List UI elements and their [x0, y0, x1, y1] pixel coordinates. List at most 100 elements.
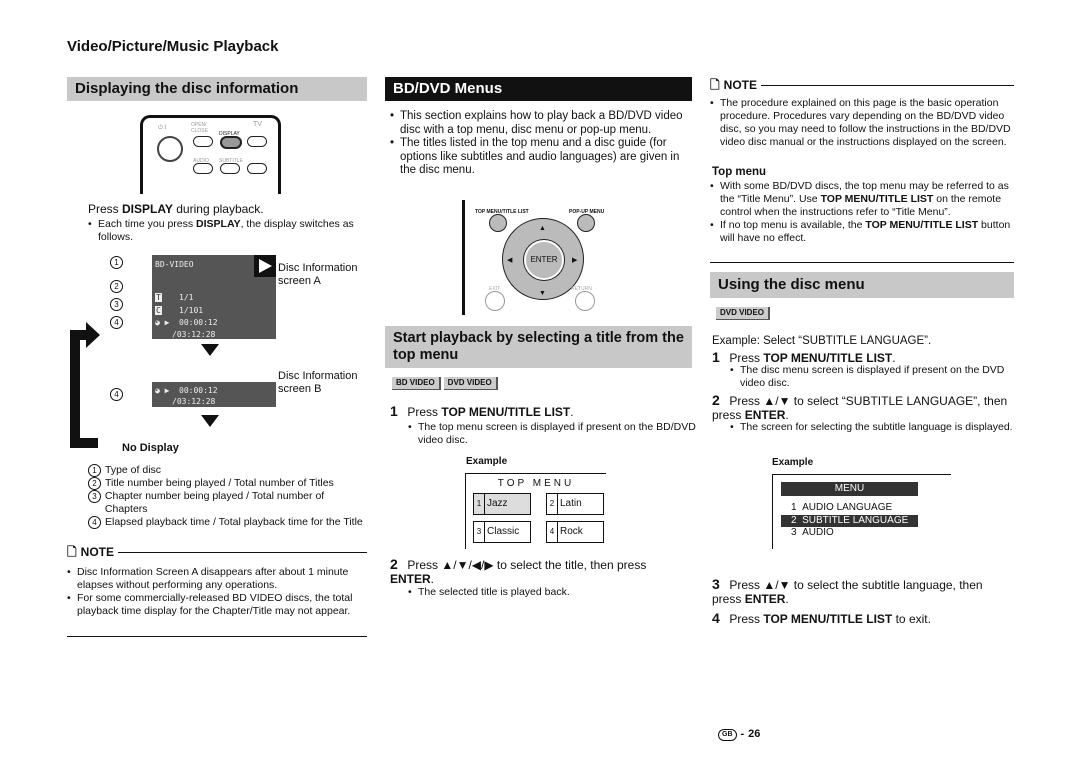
col3-step-2-note: The screen for selecting the subtitle la…: [712, 421, 1026, 434]
display-bullet: Each time you press DISPLAY, the display…: [88, 218, 368, 244]
dvd-video-badge: DVD VIDEO: [443, 377, 498, 390]
col1-note-header: 🗋 NOTE: [67, 546, 367, 559]
legend-item: Chapter number being played / Total numb…: [104, 490, 325, 515]
screen-a-label: Disc Information screen A: [278, 262, 358, 287]
title-icon: T: [155, 293, 162, 302]
legend-marker: 3: [88, 490, 101, 503]
subtitle-button-icon: [220, 163, 240, 174]
legend-item: Title number being played / Total number…: [105, 477, 334, 489]
col2-step-1: 1 Press TOP MENU/TITLE LIST.: [390, 403, 574, 419]
legend-item: Elapsed playback time / Total playback t…: [105, 516, 363, 528]
open-close-label: OPEN/ CLOSE: [191, 122, 208, 134]
col3-note-header: 🗋 NOTE: [710, 79, 1014, 92]
clock-play-icon: ◕ ▶: [155, 318, 170, 327]
tv-label: TV: [253, 121, 262, 128]
disc-info-screen-a: BD-VIDEO T 1/1 C 1/101 ◕ ▶ 00:00:12 /03:…: [152, 255, 276, 339]
col3-title: Using the disc menu: [710, 272, 1014, 298]
bullet-item: The top menu screen is displayed if pres…: [408, 421, 698, 447]
page-number: 26: [748, 728, 761, 740]
legend-marker: 2: [88, 477, 101, 490]
top-menu-item: 1 Jazz: [473, 493, 531, 515]
divider: [710, 262, 1014, 263]
no-display-label: No Display: [122, 442, 179, 454]
note-icon: 🗋: [710, 78, 720, 92]
top-menu-item: 3 Classic: [473, 521, 531, 543]
note-item: Disc Information Screen A disappears aft…: [67, 566, 367, 592]
disc-info-screen-b: ◕ ▶ 00:00:12 /03:12:28: [152, 382, 276, 407]
top-menu-example: TOP MENU 1 Jazz 2 Latin 3 Classic 4 Rock: [465, 473, 606, 549]
marker-4: 4: [110, 316, 123, 329]
enter-button: ENTER: [524, 240, 564, 280]
col3-step-4: 4 Press TOP MENU/TITLE LIST to exit.: [712, 610, 931, 626]
disc-type: BD-VIDEO: [155, 260, 194, 269]
disc-menu-heading: MENU: [781, 482, 918, 496]
divider: [67, 636, 367, 637]
col2-step-2: 2 Press ▲/▼/◀/▶ to select the title, the…: [390, 556, 647, 586]
bd-video-badge: BD VIDEO: [392, 377, 441, 390]
audio-button-icon: [193, 163, 213, 174]
display-instruction: Press DISPLAY during playback.: [88, 202, 264, 216]
page-footer: GB -26: [718, 728, 760, 741]
note-label: NOTE: [80, 545, 114, 559]
top-menu-item: 2 Latin: [546, 493, 604, 515]
section-title: Video/Picture/Music Playback: [67, 38, 279, 55]
note-item: If no top menu is available, the TOP MEN…: [710, 219, 1014, 245]
col3-note: The procedure explained on this page is …: [710, 97, 1014, 149]
col1-title: Displaying the disc information: [67, 77, 367, 101]
col2-title: BD/DVD Menus: [385, 77, 692, 101]
down-arrow-icon: [201, 344, 219, 356]
top-menu-item: 4 Rock: [546, 521, 604, 543]
col2-step-2-note: The selected title is played back.: [390, 586, 698, 599]
eject-icon: [193, 136, 213, 147]
legend-marker: 1: [88, 464, 101, 477]
note-icon: 🗋: [67, 545, 77, 559]
input-button-icon: [247, 163, 267, 174]
col2-subtitle: Start playback by selecting a title from…: [385, 326, 692, 368]
total-time: /03:12:28: [172, 330, 216, 339]
note-label: NOTE: [723, 78, 757, 92]
disc-menu-item: 3 AUDIO: [791, 527, 834, 538]
bullet-item: The screen for selecting the subtitle la…: [730, 421, 1026, 434]
top-menu-heading: Top menu: [712, 166, 767, 178]
legend-list: 1 Type of disc 2 Title number being played…: [88, 464, 368, 529]
power-button-icon: [157, 136, 183, 162]
disc-badges: BD VIDEO DVD VIDEO: [392, 376, 501, 390]
marker-3: 3: [110, 298, 123, 311]
remote-menu-illustration: TOP MENU/TITLE LIST POP-UP MENU ▲ ▼ ◀ ▶ …: [462, 200, 608, 315]
down-arrow-icon: [201, 415, 219, 427]
top-menu-notes: With some BD/DVD discs, the top menu may…: [710, 180, 1014, 245]
title-number: 1/1: [179, 293, 194, 302]
display-button-icon: [220, 136, 242, 149]
tv-power-icon: [247, 136, 267, 147]
exit-button-icon: [485, 291, 505, 311]
remote-display-illustration: ⏻ I OPEN/ CLOSE DISPLAY TV AUDIO SUBTITL…: [140, 115, 281, 194]
manual-page: Video/Picture/Music Playback Displaying …: [0, 0, 1080, 763]
bd-dvd-bullets: This section explains how to play back a…: [390, 110, 690, 178]
bullet-item: The titles listed in the top menu and a …: [390, 137, 690, 178]
play-icon: [254, 255, 276, 277]
bullet-item: The selected title is played back.: [408, 586, 698, 599]
bullet-item: The disc menu screen is displayed if pre…: [730, 364, 1026, 390]
disc-menu-item: 1 AUDIO LANGUAGE: [791, 502, 893, 513]
col3-step-1-note: The disc menu screen is displayed if pre…: [712, 364, 1026, 390]
return-arrow-icon: [70, 330, 80, 448]
marker-2: 2: [110, 280, 123, 293]
disc-menu-example: MENU 1 AUDIO LANGUAGE 2 SUBTITLE LANGUAG…: [772, 474, 951, 549]
top-menu-button-icon: [489, 214, 507, 232]
legend-item: Type of disc: [105, 464, 162, 476]
example-intro: Example: Select “SUBTITLE LANGUAGE”.: [712, 335, 932, 347]
col1-notes: Disc Information Screen A disappears aft…: [67, 566, 367, 618]
display-cycle-diagram: BD-VIDEO T 1/1 C 1/101 ◕ ▶ 00:00:12 /03:…: [60, 250, 370, 460]
marker-1: 1: [110, 256, 123, 269]
example-label: Example: [772, 457, 814, 468]
example-label: Example: [466, 456, 508, 467]
marker-4: 4: [110, 388, 123, 401]
legend-marker: 4: [88, 516, 101, 529]
col3-step-1: 1 Press TOP MENU/TITLE LIST.: [712, 349, 896, 365]
note-item: The procedure explained on this page is …: [710, 97, 1014, 149]
total-time: /03:12:28: [172, 397, 216, 406]
region-badge: GB: [718, 728, 737, 741]
clock-play-icon: ◕ ▶: [155, 386, 170, 395]
top-menu-heading: TOP MENU: [497, 478, 575, 489]
power-label: ⏻ I: [158, 125, 167, 131]
